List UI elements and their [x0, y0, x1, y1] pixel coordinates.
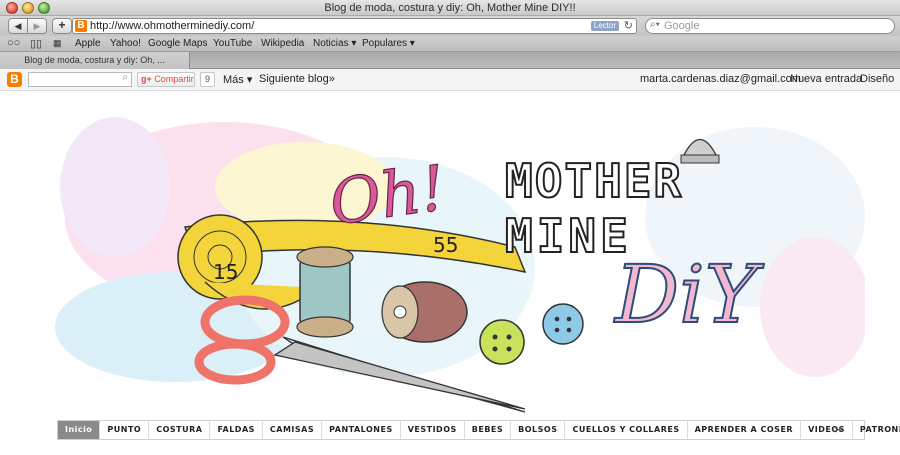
back-button[interactable]: ◀	[8, 18, 28, 34]
search-field[interactable]: ⌕▾ Google	[645, 18, 895, 34]
brown-thread-spool	[381, 281, 468, 343]
reading-list-icon[interactable]: ○○	[7, 37, 20, 49]
search-icon: ⌕▾	[650, 19, 660, 30]
tab-bar: Blog de moda, costura y diy: Oh, ...	[0, 52, 900, 69]
menu-punto[interactable]: PUNTO	[100, 421, 150, 439]
bookmark-apple[interactable]: Apple	[75, 38, 101, 49]
scissors-icon: ✂	[833, 423, 844, 437]
blog-main-menu: Inicio PUNTO COSTURA FALDAS CAMISAS PANT…	[57, 420, 900, 440]
more-menu[interactable]: Más ▾	[223, 73, 252, 86]
bookmark-noticias[interactable]: Noticias ▾	[313, 38, 356, 49]
google-plus-icon: g+	[141, 74, 155, 84]
logo-mother: MOTHER	[505, 154, 683, 208]
tab-active[interactable]: Blog de moda, costura y diy: Oh, ...	[0, 52, 190, 69]
blog-header-image[interactable]: 15 55 Oh! MOTHER MINE DiY	[55, 97, 865, 415]
blogger-favicon-icon: B	[75, 20, 87, 32]
bookmarks-book-icon[interactable]: ▯▯	[30, 37, 42, 50]
menu-pantalones[interactable]: PANTALONES	[322, 421, 401, 439]
browser-toolbar: ◀ ▶ + B http://www.ohmotherminediy.com/ …	[0, 16, 900, 36]
bookmark-populares[interactable]: Populares ▾	[362, 38, 415, 49]
tape-number-left: 15	[213, 260, 238, 284]
reload-icon[interactable]: ↻	[624, 19, 633, 32]
top-sites-grid-icon[interactable]: ▦	[53, 38, 62, 49]
menu-videos[interactable]: VIDEOS	[801, 421, 853, 439]
forward-button[interactable]: ▶	[27, 18, 47, 34]
teal-thread-spool	[296, 246, 354, 338]
blogger-logo-icon[interactable]: B	[7, 72, 22, 87]
search-placeholder: Google	[664, 20, 700, 32]
menu-patrones[interactable]: PATRONES	[853, 421, 900, 439]
new-post-link[interactable]: Nueva entrada	[790, 73, 862, 85]
menu-aprender-a-coser[interactable]: APRENDER A COSER	[688, 421, 802, 439]
share-button[interactable]: g+ Compartir	[137, 72, 195, 87]
address-bar[interactable]: B http://www.ohmotherminediy.com/ Lector…	[72, 18, 637, 34]
bookmark-google-maps[interactable]: Google Maps	[148, 38, 207, 49]
blog-search-input[interactable]: ⌕	[28, 72, 132, 87]
logo-mine: MINE	[505, 209, 632, 263]
window-title: Blog de moda, costura y diy: Oh, Mother …	[324, 2, 576, 14]
menu-costura[interactable]: COSTURA	[149, 421, 211, 439]
tape-number-right: 55	[433, 233, 458, 257]
blogger-navbar: B ⌕ g+ Compartir 9 Más ▾ Siguiente blog»…	[0, 69, 900, 91]
bookmark-wikipedia[interactable]: Wikipedia	[261, 38, 304, 49]
share-count: 9	[200, 72, 215, 87]
menu-vestidos[interactable]: VESTIDOS	[401, 421, 465, 439]
next-blog-link[interactable]: Siguiente blog»	[259, 73, 335, 85]
menu-camisas[interactable]: CAMISAS	[263, 421, 323, 439]
menu-bolsos[interactable]: BOLSOS	[511, 421, 566, 439]
user-email[interactable]: marta.cardenas.diaz@gmail.com	[640, 73, 801, 85]
menu-inicio[interactable]: Inicio	[58, 421, 101, 439]
add-bookmark-button[interactable]: +	[52, 18, 72, 34]
url-text[interactable]: http://www.ohmotherminediy.com/	[90, 20, 254, 32]
bookmarks-bar: ○○ ▯▯ ▦ Apple Yahoo! Google Maps YouTube…	[0, 36, 900, 52]
reader-button[interactable]: Lector	[590, 21, 619, 31]
menu-bebes[interactable]: BEBES	[465, 421, 512, 439]
bookmark-yahoo[interactable]: Yahoo!	[110, 38, 141, 49]
search-icon[interactable]: ⌕	[122, 72, 128, 83]
menu-cuellos-y-collares[interactable]: CUELLOS Y COLLARES	[565, 421, 688, 439]
logo-diy: DiY	[613, 248, 765, 341]
menu-faldas[interactable]: FALDAS	[210, 421, 263, 439]
share-label: Compartir	[154, 74, 194, 84]
window-titlebar: Blog de moda, costura y diy: Oh, Mother …	[0, 0, 900, 16]
bookmark-youtube[interactable]: YouTube	[213, 38, 252, 49]
design-link[interactable]: Diseño	[860, 73, 894, 85]
